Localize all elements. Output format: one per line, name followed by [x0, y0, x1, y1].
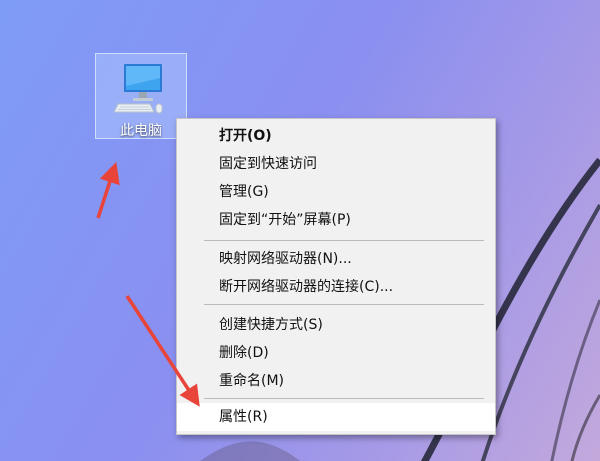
menu-item-manage[interactable]: 管理(G): [177, 178, 495, 206]
this-pc-label: 此电脑: [120, 123, 162, 139]
context-menu: 打开(O) 固定到快速访问 管理(G) 固定到“开始”屏幕(P) 映射网络驱动器…: [176, 118, 496, 435]
menu-separator: [204, 304, 484, 305]
menu-item-pin-start[interactable]: 固定到“开始”屏幕(P): [177, 206, 495, 234]
menu-item-map-network-drive[interactable]: 映射网络驱动器(N)...: [177, 245, 495, 273]
this-pc-desktop-icon[interactable]: 此电脑: [95, 53, 187, 139]
computer-icon: [114, 64, 163, 114]
menu-item-properties[interactable]: 属性(R): [177, 403, 495, 431]
desktop: 此电脑 打开(O) 固定到快速访问 管理(G) 固定到“开始”屏幕(P) 映射网…: [0, 0, 600, 461]
menu-item-delete[interactable]: 删除(D): [177, 339, 495, 367]
menu-item-create-shortcut[interactable]: 创建快捷方式(S): [177, 311, 495, 339]
menu-item-rename[interactable]: 重命名(M): [177, 367, 495, 395]
menu-item-disconnect-network-drive[interactable]: 断开网络驱动器的连接(C)...: [177, 273, 495, 301]
menu-separator: [204, 398, 484, 399]
menu-item-pin-quick-access[interactable]: 固定到快速访问: [177, 150, 495, 178]
menu-separator: [204, 240, 484, 241]
menu-item-open[interactable]: 打开(O): [177, 122, 495, 150]
